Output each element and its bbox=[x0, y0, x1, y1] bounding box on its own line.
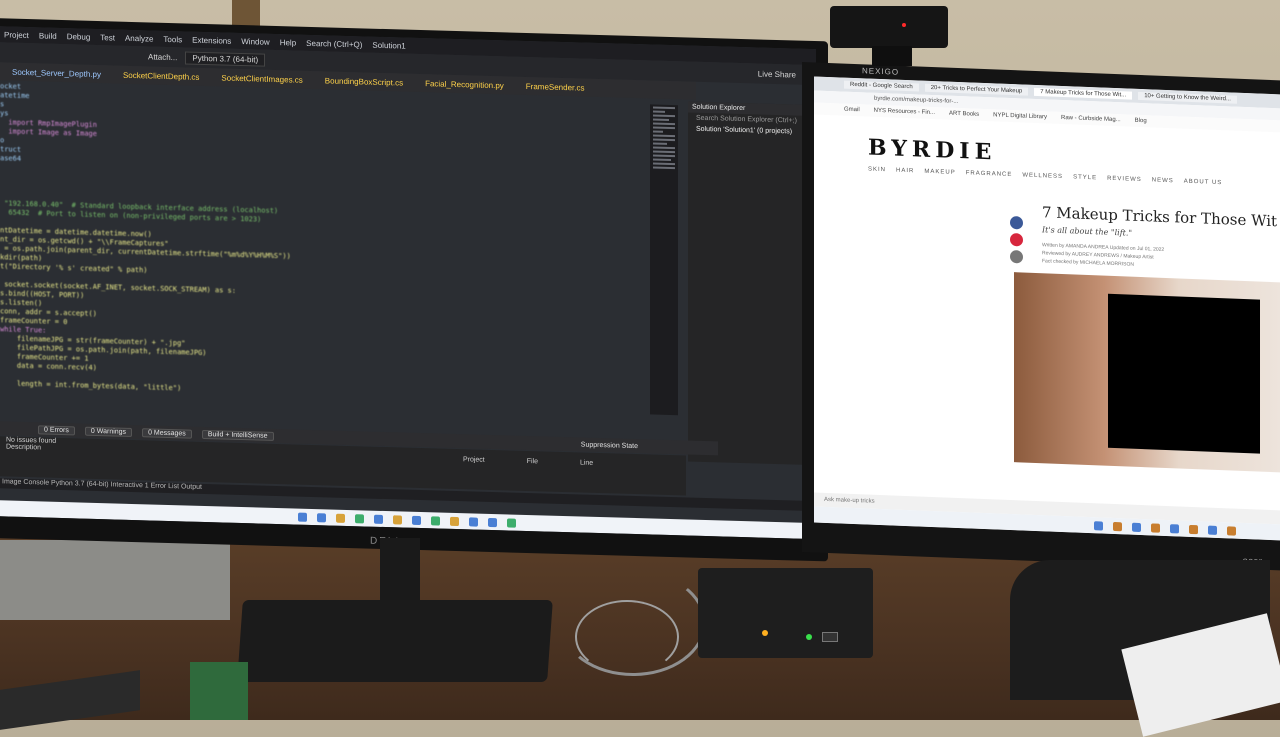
site-nav-item-4[interactable]: WELLNESS bbox=[1022, 172, 1063, 180]
editor-tab-5[interactable]: FrameSender.cs bbox=[526, 81, 585, 92]
ide-menu-item-3[interactable]: Test bbox=[100, 33, 115, 42]
article-byline: Written by AMANDA ANDREA Updated on Jul … bbox=[1042, 241, 1164, 270]
site-logo[interactable]: BYRDIE bbox=[868, 135, 996, 166]
start-icon[interactable] bbox=[1094, 520, 1103, 531]
site-nav-item-6[interactable]: REVIEWS bbox=[1107, 176, 1142, 183]
cable-coil-inner bbox=[575, 600, 679, 674]
messages-filter[interactable]: 0 Messages bbox=[142, 427, 192, 439]
bookmark-4[interactable]: Raw - Curbside Mag... bbox=[1061, 115, 1121, 123]
app-icon[interactable] bbox=[488, 517, 497, 527]
ide-menu-item-4[interactable]: Analyze bbox=[125, 33, 153, 43]
col-project: Project bbox=[462, 456, 485, 464]
solution-explorer: Solution Explorer Search Solution Explor… bbox=[688, 101, 816, 466]
left-monitor: Project Build Debug Test Analyze Tools Extensi… bbox=[0, 18, 828, 562]
ide-menu-item-6[interactable]: Extensions bbox=[192, 35, 231, 45]
browser-screen: Reddit - Google Search 20+ Tricks to Perf… bbox=[814, 76, 1280, 542]
suppression-col: Suppression State bbox=[580, 441, 638, 450]
usb-port bbox=[822, 632, 838, 642]
ide-menu-item-9[interactable]: Search (Ctrl+Q) bbox=[306, 38, 362, 49]
status-led bbox=[806, 634, 812, 640]
site-nav: SKIN HAIR MAKEUP FRAGRANCE WELLNESS STYLE REVI… bbox=[868, 167, 1222, 187]
pinterest-icon[interactable] bbox=[1010, 232, 1023, 247]
ide-menu-item-10[interactable]: Solution1 bbox=[372, 40, 405, 50]
nexigo-label: NEXIGO bbox=[862, 66, 900, 77]
bookmark-5[interactable]: Blog bbox=[1135, 118, 1147, 124]
left-monitor-base bbox=[237, 600, 553, 682]
ide-menu-item-7[interactable]: Window bbox=[241, 37, 269, 47]
site-nav-item-5[interactable]: STYLE bbox=[1073, 174, 1097, 181]
webcam-led bbox=[902, 23, 906, 27]
network-device bbox=[698, 568, 873, 658]
browser-tab-2[interactable]: 7 Makeup Tricks for Those Wit... bbox=[1034, 87, 1133, 100]
editor-tab-2[interactable]: SocketClientImages.cs bbox=[221, 73, 302, 84]
bookmark-1[interactable]: NYS Resources - Fin... bbox=[874, 108, 935, 116]
app-icon[interactable] bbox=[1227, 525, 1236, 536]
ide-menu-item-0[interactable]: Project bbox=[4, 30, 29, 40]
edge-icon[interactable] bbox=[1170, 523, 1179, 533]
side-cabinet bbox=[0, 540, 230, 620]
live-share-button[interactable]: Live Share bbox=[758, 69, 796, 79]
ide-menu-item-2[interactable]: Debug bbox=[67, 32, 91, 42]
task-view-icon[interactable] bbox=[1132, 522, 1141, 532]
search-icon[interactable] bbox=[317, 512, 326, 522]
bookmark-3[interactable]: NYPL Digital Library bbox=[993, 112, 1047, 120]
editor-tab-3[interactable]: BoundingBoxScript.cs bbox=[325, 76, 403, 87]
webcam-mount bbox=[872, 46, 912, 66]
ide-screen: Project Build Debug Test Analyze Tools Extensi… bbox=[0, 26, 816, 540]
col-file: File bbox=[526, 457, 538, 466]
ide-menu-item-5[interactable]: Tools bbox=[163, 34, 182, 44]
python-env-select[interactable]: Python 3.7 (64-bit) bbox=[185, 50, 266, 67]
explorer-icon[interactable] bbox=[355, 513, 364, 523]
start-icon[interactable] bbox=[298, 512, 307, 522]
browser-tab-1[interactable]: 20+ Tricks to Perfect Your Makeup bbox=[924, 83, 1029, 96]
app-icon[interactable] bbox=[507, 517, 516, 528]
app-icon[interactable] bbox=[469, 516, 478, 527]
warnings-filter[interactable]: 0 Warnings bbox=[84, 426, 133, 437]
email-icon[interactable] bbox=[1010, 249, 1023, 264]
app-icon[interactable] bbox=[1208, 525, 1217, 535]
ide-menu-item-1[interactable]: Build bbox=[39, 31, 57, 40]
editor-tab-4[interactable]: Facial_Recognition.py bbox=[425, 79, 504, 90]
errors-filter[interactable]: 0 Errors bbox=[38, 424, 75, 435]
facebook-icon[interactable] bbox=[1010, 215, 1023, 230]
webcam bbox=[830, 6, 948, 48]
redaction-box bbox=[1108, 293, 1260, 454]
site-nav-item-3[interactable]: FRAGRANCE bbox=[966, 170, 1013, 178]
ide-menu-item-8[interactable]: Help bbox=[280, 38, 296, 47]
chrome-icon[interactable] bbox=[393, 514, 402, 525]
explorer-icon[interactable] bbox=[1151, 522, 1160, 533]
editor-tab-0[interactable]: Socket_Server_Depth.py bbox=[12, 67, 101, 78]
col-line: Line bbox=[579, 459, 594, 467]
right-monitor: NEXIGO Reddit - Google Search 20+ Tricks … bbox=[802, 62, 1280, 572]
editor-tab-1[interactable]: SocketClientDepth.cs bbox=[123, 70, 199, 81]
site-nav-item-0[interactable]: SKIN bbox=[868, 167, 886, 174]
build-scope-select[interactable]: Build + IntelliSense bbox=[201, 429, 274, 441]
site-nav-item-8[interactable]: ABOUT US bbox=[1184, 179, 1223, 186]
share-buttons bbox=[1010, 215, 1023, 264]
circuit-board bbox=[190, 662, 248, 720]
bookmark-0[interactable]: Gmail bbox=[844, 107, 860, 114]
chrome-icon[interactable] bbox=[1189, 524, 1198, 534]
site-nav-item-7[interactable]: NEWS bbox=[1152, 177, 1174, 184]
browser-tab-3[interactable]: 10+ Getting to Know the Weird... bbox=[1138, 91, 1237, 104]
article-subtitle: It's all about the "lift." bbox=[1042, 225, 1133, 238]
solution-tree-item[interactable]: Solution 'Solution1' (0 projects) bbox=[688, 123, 816, 138]
app-icon[interactable] bbox=[450, 516, 459, 526]
site-nav-item-1[interactable]: HAIR bbox=[896, 168, 914, 175]
code-editor[interactable]: ocket atetime s ys import RmpImagePlugin im… bbox=[0, 82, 650, 430]
bookmark-2[interactable]: ART Books bbox=[949, 111, 979, 118]
search-icon[interactable] bbox=[1113, 521, 1122, 531]
app-icon[interactable] bbox=[431, 515, 440, 526]
task-view-icon[interactable] bbox=[336, 513, 345, 523]
site-nav-item-2[interactable]: MAKEUP bbox=[924, 169, 955, 176]
editor-minimap[interactable] bbox=[650, 104, 678, 416]
col-description: Description bbox=[6, 443, 42, 452]
edge-icon[interactable] bbox=[374, 514, 383, 524]
browser-tab-0[interactable]: Reddit - Google Search bbox=[844, 80, 919, 92]
power-led bbox=[762, 630, 768, 636]
attach-button[interactable]: Attach... bbox=[148, 52, 177, 62]
vs-icon[interactable] bbox=[412, 515, 421, 525]
